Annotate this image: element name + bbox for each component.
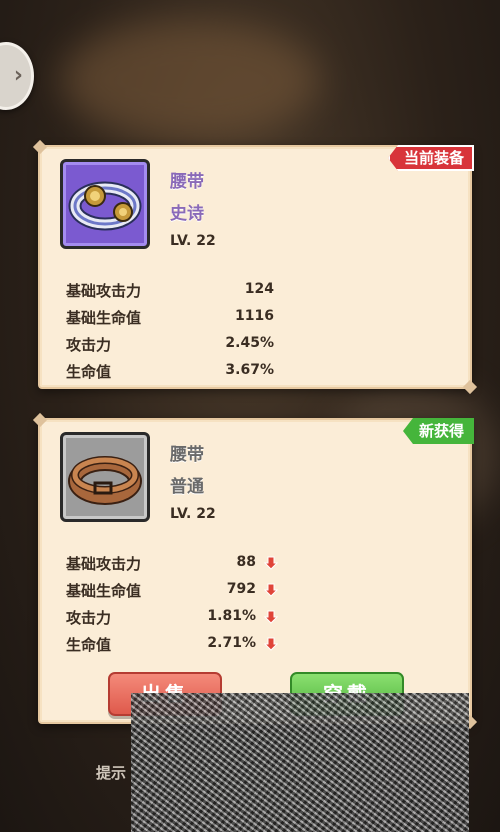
stat-value: 1116 xyxy=(235,308,274,324)
stat-label: 攻击力 xyxy=(66,336,112,354)
stat-row: 基础攻击力 124 xyxy=(66,277,296,304)
stat-value: 88 xyxy=(236,554,256,570)
stat-row: 基础攻击力 88 xyxy=(66,550,296,577)
stat-row: 生命值 2.71% xyxy=(66,631,296,658)
current-equipment-card: 当前装备 腰带 史诗 LV. 22 基础攻击力 124 基础生命值 1116 攻… xyxy=(38,145,474,389)
down-arrow-icon xyxy=(264,637,278,651)
stat-value: 2.45% xyxy=(225,335,274,351)
noise-overlay xyxy=(131,693,469,832)
stat-row: 生命值 3.67% xyxy=(66,358,296,385)
new-item-badge: 新获得 xyxy=(402,418,474,444)
item-level: LV. 22 xyxy=(170,506,216,522)
stat-label: 生命值 xyxy=(66,636,112,654)
down-arrow-icon xyxy=(264,583,278,597)
back-button[interactable]: › xyxy=(0,42,34,110)
new-item-card: 新获得 腰带 普通 LV. 22 基础攻击力 88 基础生命值 792 攻击力 … xyxy=(38,418,474,724)
stat-value: 792 xyxy=(226,581,256,597)
current-equipment-badge: 当前装备 xyxy=(387,145,474,171)
stat-label: 基础生命值 xyxy=(66,582,142,600)
stat-label: 生命值 xyxy=(66,363,112,381)
item-level: LV. 22 xyxy=(170,233,216,249)
item-icon-frame[interactable] xyxy=(60,432,150,522)
epic-belt-icon xyxy=(68,181,142,231)
chevron-right-icon: › xyxy=(13,63,23,88)
stat-label: 基础攻击力 xyxy=(66,555,142,573)
stat-list: 基础攻击力 88 基础生命值 792 攻击力 1.81% 生命值 2.71% xyxy=(66,550,296,658)
stat-row: 基础生命值 792 xyxy=(66,577,296,604)
item-name: 腰带 xyxy=(170,445,204,465)
stat-row: 攻击力 2.45% xyxy=(66,331,296,358)
item-rarity: 普通 xyxy=(170,477,204,497)
down-arrow-icon xyxy=(264,610,278,624)
stat-label: 基础生命值 xyxy=(66,309,142,327)
common-belt-icon xyxy=(68,456,142,505)
background-blur xyxy=(60,20,320,140)
stat-row: 基础生命值 1116 xyxy=(66,304,296,331)
stat-value: 1.81% xyxy=(207,608,256,624)
stat-label: 基础攻击力 xyxy=(66,282,142,300)
stat-label: 攻击力 xyxy=(66,609,112,627)
stat-row: 攻击力 1.81% xyxy=(66,604,296,631)
item-icon-frame[interactable] xyxy=(60,159,150,249)
hint-text: 提示 xyxy=(96,764,127,782)
down-arrow-icon xyxy=(264,556,278,570)
stat-value: 3.67% xyxy=(225,362,274,378)
stat-value: 124 xyxy=(244,281,274,297)
stat-list: 基础攻击力 124 基础生命值 1116 攻击力 2.45% 生命值 3.67% xyxy=(66,277,296,385)
stat-value: 2.71% xyxy=(207,635,256,651)
item-name: 腰带 xyxy=(170,172,204,192)
item-rarity: 史诗 xyxy=(170,204,204,224)
